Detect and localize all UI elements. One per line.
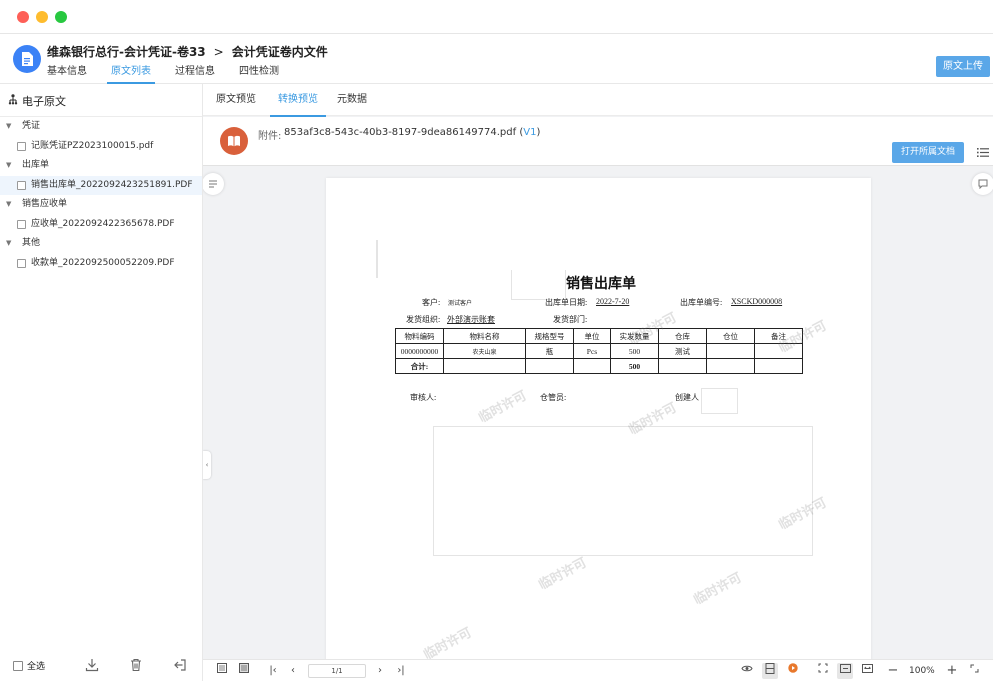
fit-width-icon[interactable] (837, 663, 853, 679)
tab-metadata[interactable]: 元数据 (337, 84, 367, 116)
previous-page-icon[interactable]: ‹ (287, 663, 299, 679)
attachment-version: V1 (523, 127, 537, 138)
tab-process-info[interactable]: 过程信息 (175, 65, 215, 84)
pdf-viewer[interactable]: ‹ 销售出库单 客户: 测试客户 出库单日期: 2022-7-20 出库单编号:… (203, 166, 993, 659)
window-titlebar (0, 0, 993, 34)
thumbnail-view-icon[interactable] (215, 663, 229, 679)
eye-icon[interactable] (740, 663, 754, 679)
tree-group-outbound[interactable]: ▼ 出库单 (0, 156, 202, 176)
tree-structure-icon (8, 94, 18, 108)
breadcrumb-parent[interactable]: 维森银行总行-会计凭证-卷33 (47, 45, 206, 59)
tab-basic-info[interactable]: 基本信息 (47, 65, 87, 84)
fullscreen-icon[interactable] (967, 663, 981, 679)
table-header-row: 物料编码 物料名称 规格型号 单位 实发数量 仓库 仓位 备注 (395, 328, 803, 344)
main-panel: 原文预览 转换预览 元数据 附件: 853af3c8-543c-40b3-819… (203, 84, 993, 681)
watermark: 临时许可 (536, 555, 590, 594)
window-zoom-button[interactable] (55, 11, 67, 23)
doc-number-value: XSCKD000008 (731, 297, 783, 306)
play-icon[interactable] (786, 663, 800, 679)
sidebar: 电子原文 ▼ 凭证 记账凭证PZ2023100015.pdf ▼ 出库单 销售出… (0, 84, 203, 681)
exit-icon[interactable] (173, 658, 187, 672)
caret-down-icon[interactable]: ▼ (6, 156, 11, 176)
collapse-sidebar-handle[interactable]: ‹ (203, 451, 211, 479)
next-page-icon[interactable]: › (374, 663, 386, 679)
tab-converted-preview[interactable]: 转换预览 (270, 84, 326, 117)
page-header: 维森银行总行-会计凭证-卷33 > 会计凭证卷内文件 基本信息 原文列表 过程信息 … (0, 34, 993, 84)
attachment-prefix: 附件: (258, 131, 282, 142)
doc-items-table: 物料编码 物料名称 规格型号 单位 实发数量 仓库 仓位 备注 00000000… (395, 328, 803, 374)
file-checkbox[interactable] (17, 180, 26, 190)
breadcrumb-current: 会计凭证卷内文件 (231, 45, 328, 59)
zoom-in-icon[interactable]: + (946, 663, 958, 679)
comment-icon[interactable] (972, 173, 993, 195)
attachment-bar: 附件: 853af3c8-543c-40b3-8197-9dea86149774… (203, 117, 993, 166)
caret-down-icon[interactable]: ▼ (6, 234, 11, 254)
download-icon[interactable] (85, 658, 99, 672)
open-parent-document-button[interactable]: 打开所属文档 (892, 142, 964, 163)
single-page-view-icon[interactable] (762, 663, 778, 679)
breadcrumb-separator: > (213, 45, 224, 59)
document-icon (13, 45, 41, 73)
tree-group-other[interactable]: ▼ 其他 (0, 234, 202, 254)
viewer-toolbar: |‹ ‹ › ›| − 100% + (203, 659, 993, 681)
table-total-row: 合计: 500 (395, 358, 803, 374)
upload-original-button[interactable]: 原文上传 (936, 56, 990, 77)
book-icon (220, 127, 248, 155)
caret-down-icon[interactable]: ▼ (6, 195, 11, 215)
doc-date-value: 2022-7-20 (596, 297, 630, 306)
doc-org-value: 外部演示账套 (447, 315, 495, 324)
watermark: 临时许可 (476, 388, 530, 427)
doc-number-label: 出库单编号: (680, 298, 723, 307)
file-checkbox[interactable] (17, 219, 26, 229)
tab-original-list[interactable]: 原文列表 (107, 65, 155, 84)
breadcrumb: 维森银行总行-会计凭证-卷33 > 会计凭证卷内文件 (47, 43, 328, 60)
select-all-checkbox[interactable] (13, 661, 23, 671)
doc-customer-label: 客户: (422, 298, 441, 307)
doc-dept-label: 发货部门: (553, 315, 588, 324)
preview-tabs: 原文预览 转换预览 元数据 (203, 84, 993, 117)
tree-group-voucher[interactable]: ▼ 凭证 (0, 117, 202, 137)
file-checkbox[interactable] (17, 258, 26, 268)
doc-org-label: 发货组织: (406, 315, 441, 324)
list-menu-icon[interactable] (977, 147, 989, 158)
doc-title: 销售出库单 (566, 277, 636, 292)
tree-file-outbound[interactable]: 销售出库单_2022092423251891.PDF (0, 175, 202, 195)
page-number-input[interactable] (308, 664, 366, 678)
caret-down-icon[interactable]: ▼ (6, 117, 11, 137)
window-close-button[interactable] (17, 11, 29, 23)
tree-file-voucher[interactable]: 记账凭证PZ2023100015.pdf (0, 137, 202, 157)
file-checkbox[interactable] (17, 141, 26, 151)
window-minimize-button[interactable] (36, 11, 48, 23)
doc-customer-value: 测试客户 (448, 301, 473, 307)
file-tree: ▼ 凭证 记账凭证PZ2023100015.pdf ▼ 出库单 销售出库单_20… (0, 117, 202, 273)
first-page-icon[interactable]: |‹ (266, 663, 280, 679)
table-row: 0000000000 农夫山泉 瓶 Pcs 500 测试 (395, 343, 803, 359)
sidebar-footer: 全选 (0, 653, 202, 681)
tree-file-receivable[interactable]: 应收单_2022092422365678.PDF (0, 215, 202, 235)
doc-keeper-label: 仓管员: (540, 393, 567, 402)
tab-four-property-check[interactable]: 四性检测 (239, 65, 279, 84)
delete-icon[interactable] (129, 658, 143, 672)
pdf-page: 销售出库单 客户: 测试客户 出库单日期: 2022-7-20 出库单编号: X… (326, 178, 871, 659)
fit-screen-icon[interactable] (816, 663, 830, 679)
actual-size-icon[interactable] (860, 663, 874, 679)
select-all-label[interactable]: 全选 (27, 659, 45, 672)
tree-group-receivable[interactable]: ▼ 销售应收单 (0, 195, 202, 215)
doc-reviewer-label: 审核人: (410, 393, 437, 402)
watermark: 临时许可 (421, 625, 475, 659)
outline-toggle-icon[interactable] (203, 173, 224, 195)
doc-creator-label: 创建人 (675, 393, 699, 402)
page-list-icon[interactable] (237, 663, 251, 679)
zoom-out-icon[interactable]: − (887, 663, 899, 679)
watermark: 临时许可 (691, 570, 745, 609)
sidebar-title: 电子原文 (22, 95, 66, 108)
attachment-name: 853af3c8-543c-40b3-8197-9dea86149774.pdf… (284, 127, 541, 138)
header-tabs: 基本信息 原文列表 过程信息 四性检测 (47, 65, 303, 84)
last-page-icon[interactable]: ›| (394, 663, 408, 679)
zoom-level: 100% (909, 666, 935, 676)
doc-date-label: 出库单日期: (545, 298, 588, 307)
sidebar-header: 电子原文 (0, 84, 202, 117)
tab-original-preview[interactable]: 原文预览 (216, 84, 256, 116)
tree-file-other[interactable]: 收款单_2022092500052209.PDF (0, 254, 202, 274)
